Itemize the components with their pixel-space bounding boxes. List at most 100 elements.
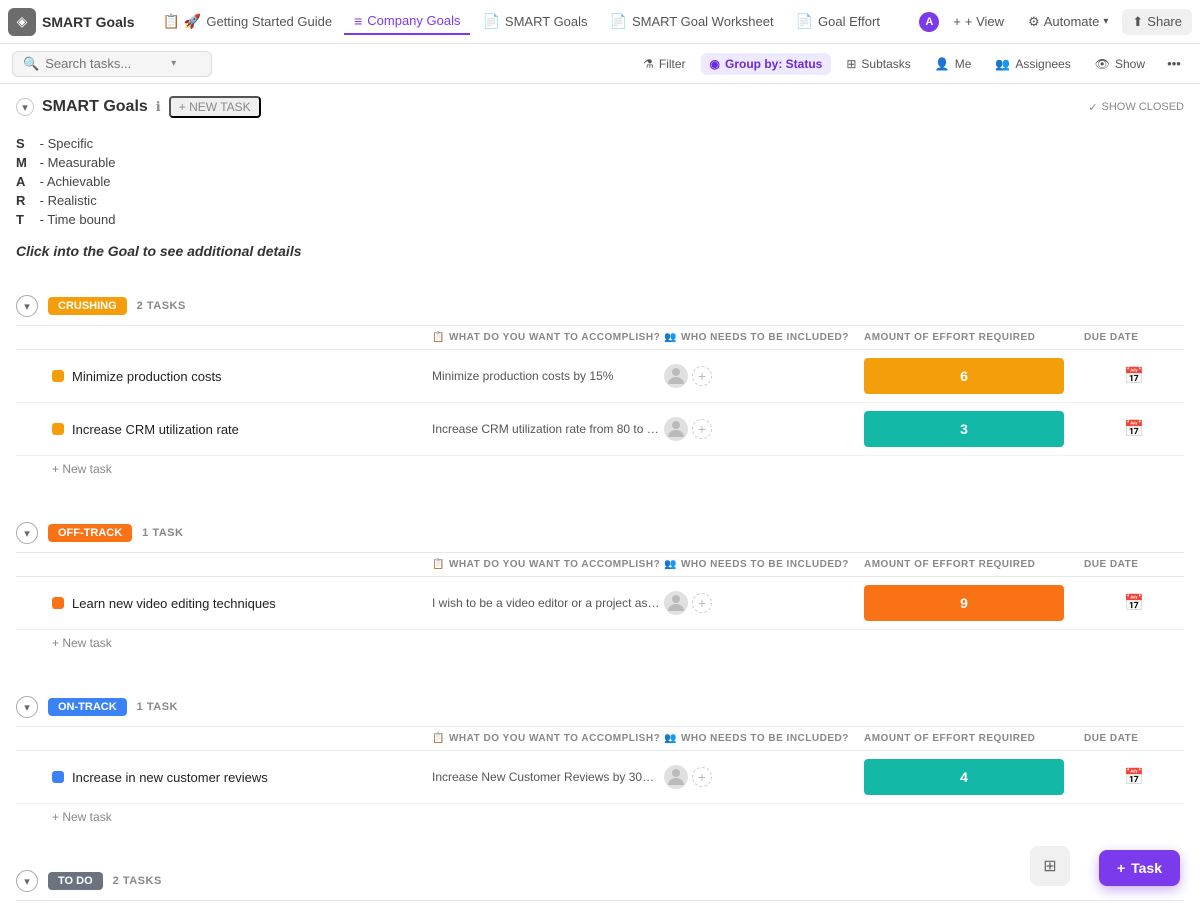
group-header-crushing: ▾ CRUSHING 2 TASKS <box>16 287 1184 326</box>
group-collapse-crushing[interactable]: ▾ <box>16 295 38 317</box>
add-assignee-t1[interactable]: + <box>692 366 712 386</box>
me-person-icon: 👤 <box>935 57 950 71</box>
task-row-t1: Minimize production costs Minimize produ… <box>16 350 1184 403</box>
automate-button[interactable]: ⚙ Automate ▾ <box>1018 9 1118 35</box>
me-label: Me <box>955 57 972 71</box>
accomplish-col-icon: 📋 <box>432 332 445 343</box>
task-accomplish-t1: Minimize production costs by 15% <box>432 369 664 383</box>
task-dot-t1 <box>52 370 64 382</box>
group-collapse-todo[interactable]: ▾ <box>16 870 38 892</box>
tab-getting-started-label: Getting Started Guide <box>206 14 332 29</box>
fab-plus-icon: + <box>1117 860 1125 876</box>
task-accomplish-t4: Increase New Customer Reviews by 30% Yea… <box>432 770 664 784</box>
tab-smart-goal-worksheet[interactable]: 📄 SMART Goal Worksheet <box>600 9 784 34</box>
col-effort: AMOUNT OF EFFORT REQUIRED <box>864 559 1084 570</box>
task-accomplish-t3: I wish to be a video editor or a project… <box>432 596 664 610</box>
status-badge-todo: TO DO <box>48 872 103 890</box>
task-name-cell-t1: Minimize production costs <box>52 369 432 384</box>
new-task-row-off-track[interactable]: + New task <box>16 630 1184 656</box>
more-options-button[interactable]: ••• <box>1160 50 1188 78</box>
share-label: Share <box>1147 14 1182 29</box>
assignee-cell-t2: + <box>664 417 864 441</box>
effort-cell-t1: 6 <box>864 358 1084 394</box>
section-info-icon[interactable]: ℹ <box>156 99 161 115</box>
smart-s-desc: - Specific <box>40 136 93 151</box>
task-name-cell-t3: Learn new video editing techniques <box>52 596 432 611</box>
due-date-cell-t1: 📅 <box>1084 366 1184 386</box>
included-col-icon: 👥 <box>664 733 677 744</box>
col-accomplish: 📋 WHAT DO YOU WANT TO ACCOMPLISH? <box>432 733 664 744</box>
tab-company-goals[interactable]: ≡ Company Goals <box>344 9 470 35</box>
add-assignee-t3[interactable]: + <box>692 593 712 613</box>
col-effort: AMOUNT OF EFFORT REQUIRED <box>864 733 1084 744</box>
assignees-label: Assignees <box>1015 57 1070 71</box>
assignee-avatar-t1 <box>664 364 688 388</box>
tab-goal-effort-label: Goal Effort <box>818 14 880 29</box>
accomplish-col-icon: 📋 <box>432 559 445 570</box>
task-name-t1[interactable]: Minimize production costs <box>72 369 222 384</box>
group-by-label: Group by: Status <box>725 57 822 71</box>
col-headers-off-track: 📋 WHAT DO YOU WANT TO ACCOMPLISH? 👥 WHO … <box>16 553 1184 577</box>
calendar-icon-t1[interactable]: 📅 <box>1124 366 1144 386</box>
me-button[interactable]: 👤 Me <box>926 53 981 75</box>
filter-button[interactable]: ⚗ Filter <box>634 53 694 75</box>
automate-label: Automate <box>1044 14 1100 29</box>
group-by-button[interactable]: ◉ Group by: Status <box>701 53 832 75</box>
task-dot-t3 <box>52 597 64 609</box>
new-task-row-crushing[interactable]: + New task <box>16 456 1184 482</box>
section-title: SMART Goals <box>42 98 148 116</box>
smart-r-letter: R <box>16 193 36 208</box>
group-off-track: ▾ OFF-TRACK 1 TASK 📋 WHAT DO YOU WANT TO… <box>16 514 1184 656</box>
search-input[interactable] <box>45 56 165 71</box>
assignees-button[interactable]: 👥 Assignees <box>986 53 1079 75</box>
col-due-date: DUE DATE <box>1084 733 1184 744</box>
group-todo: ▾ TO DO 2 TASKS 📋 WHAT DO YOU WANT TO AC… <box>16 862 1184 906</box>
share-button[interactable]: ⬆ Share <box>1122 9 1192 35</box>
add-assignee-t2[interactable]: + <box>692 419 712 439</box>
col-due-date: DUE DATE <box>1084 332 1184 343</box>
assignee-cell-t4: + <box>664 765 864 789</box>
smart-m-desc: - Measurable <box>40 155 116 170</box>
task-name-t4[interactable]: Increase in new customer reviews <box>72 770 268 785</box>
search-box[interactable]: 🔍 ▾ <box>12 51 212 77</box>
tab-getting-started[interactable]: 📋 🚀 Getting Started Guide <box>153 9 343 34</box>
subtasks-button[interactable]: ⊞ Subtasks <box>837 53 919 75</box>
new-task-button[interactable]: + NEW TASK <box>169 96 261 118</box>
tab-company-goals-label: Company Goals <box>367 13 460 28</box>
show-closed-button[interactable]: ✓ SHOW CLOSED <box>1088 101 1184 114</box>
effort-bar-t2: 3 <box>864 411 1064 447</box>
group-collapse-off-track[interactable]: ▾ <box>16 522 38 544</box>
tab-goal-effort[interactable]: 📄 Goal Effort <box>786 9 890 34</box>
task-name-t2[interactable]: Increase CRM utilization rate <box>72 422 239 437</box>
show-icon: 👁 <box>1095 57 1110 71</box>
show-button[interactable]: 👁 Show <box>1086 53 1154 75</box>
calendar-icon-t4[interactable]: 📅 <box>1124 767 1144 787</box>
effort-bar-t3: 9 <box>864 585 1064 621</box>
add-task-fab[interactable]: + Task <box>1099 850 1180 886</box>
smart-a-line: A - Achievable <box>16 174 1184 189</box>
add-assignee-t4[interactable]: + <box>692 767 712 787</box>
section-collapse-button[interactable]: ▾ <box>16 98 34 116</box>
group-header-off-track: ▾ OFF-TRACK 1 TASK <box>16 514 1184 553</box>
col-included: 👥 WHO NEEDS TO BE INCLUDED? <box>664 559 864 570</box>
tab-company-goals-icon: ≡ <box>354 13 362 29</box>
subtasks-label: Subtasks <box>861 57 910 71</box>
fab-label: Task <box>1131 860 1162 876</box>
view-button[interactable]: + + View <box>943 9 1014 34</box>
calendar-icon-t3[interactable]: 📅 <box>1124 593 1144 613</box>
grid-view-button[interactable]: ⊞ <box>1030 846 1070 886</box>
purple-dot: A <box>919 12 939 32</box>
smart-t-desc: - Time bound <box>40 212 116 227</box>
task-name-t3[interactable]: Learn new video editing techniques <box>72 596 276 611</box>
col-headers-on-track: 📋 WHAT DO YOU WANT TO ACCOMPLISH? 👥 WHO … <box>16 727 1184 751</box>
tab-smart-goals-icon: 📄 <box>482 13 499 30</box>
tab-smart-goals-label: SMART Goals <box>505 14 588 29</box>
smart-s-line: S - Specific <box>16 136 1184 151</box>
due-date-cell-t2: 📅 <box>1084 419 1184 439</box>
assignee-avatar-t3 <box>664 591 688 615</box>
calendar-icon-t2[interactable]: 📅 <box>1124 419 1144 439</box>
assignee-avatar-t4 <box>664 765 688 789</box>
new-task-row-on-track[interactable]: + New task <box>16 804 1184 830</box>
group-collapse-on-track[interactable]: ▾ <box>16 696 38 718</box>
tab-smart-goals[interactable]: 📄 SMART Goals <box>472 9 597 34</box>
